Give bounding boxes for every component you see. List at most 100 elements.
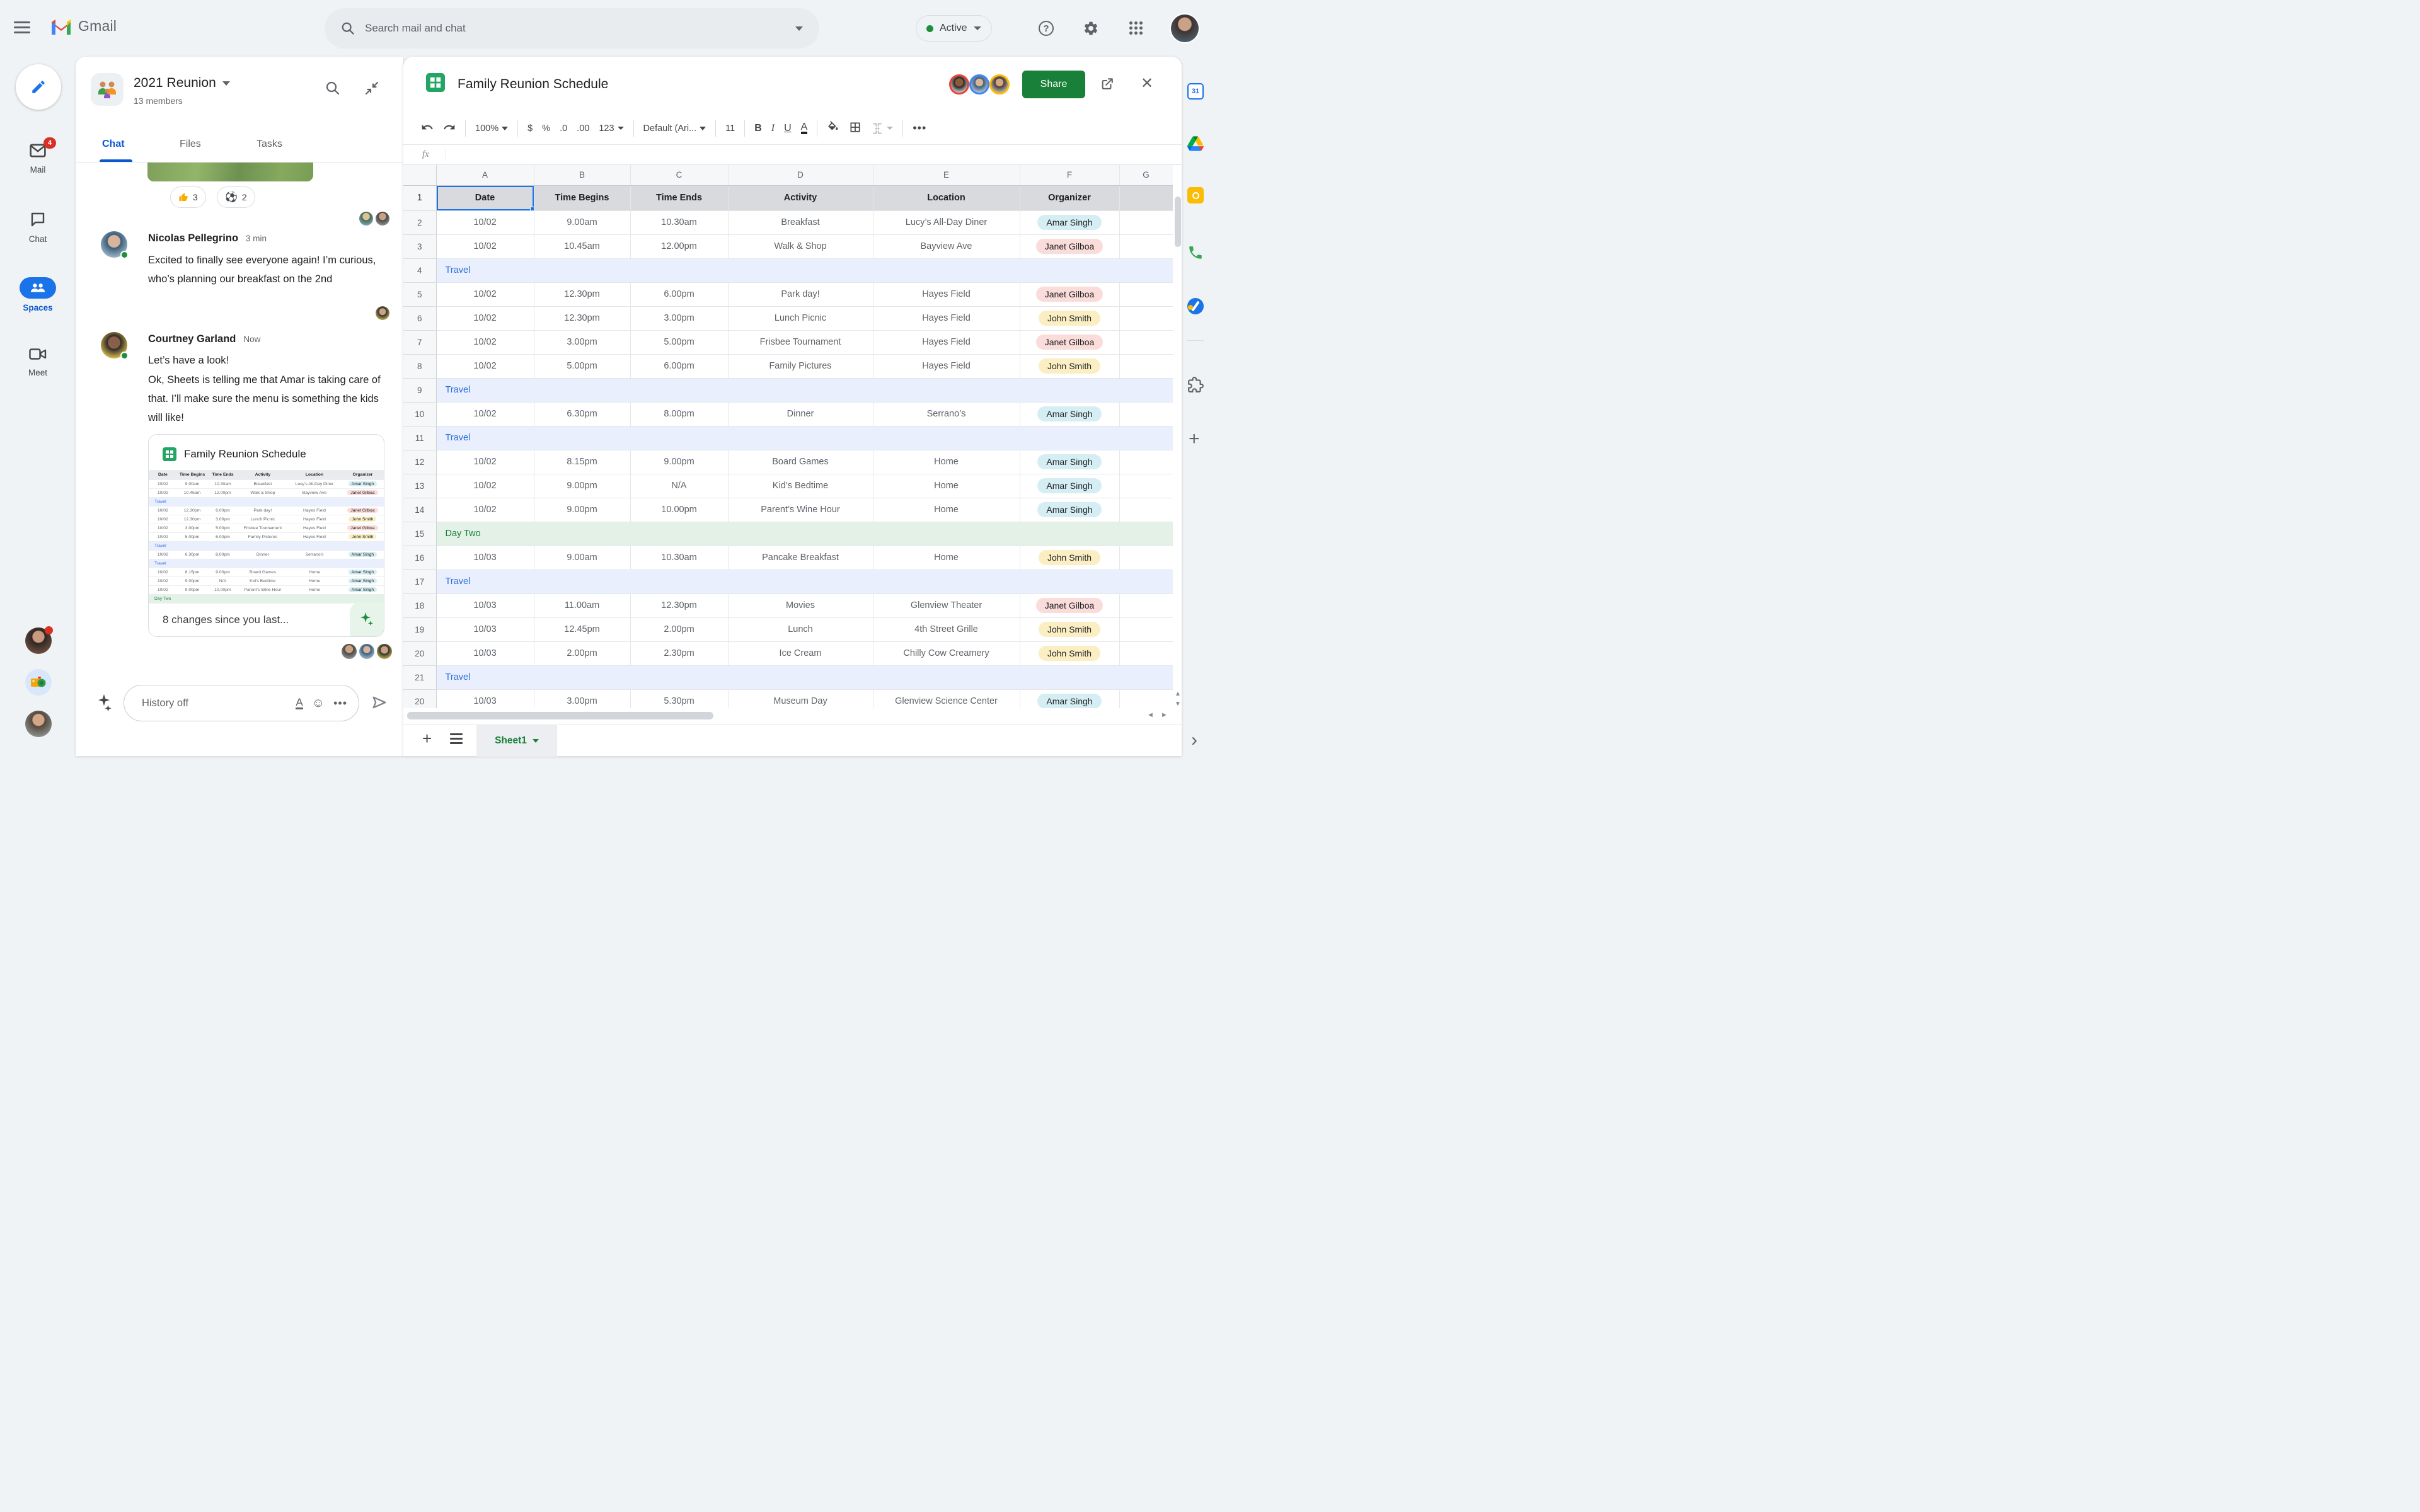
tasks-icon[interactable] <box>1187 298 1204 314</box>
row-number[interactable]: 7 <box>403 330 437 355</box>
column-header[interactable]: G <box>1119 165 1173 186</box>
header-cell[interactable]: Organizer <box>1020 185 1120 211</box>
data-cell[interactable]: 12.30pm <box>630 593 729 618</box>
band-cell[interactable]: Travel <box>436 426 1173 450</box>
search-options-caret-icon[interactable] <box>795 26 803 31</box>
data-cell[interactable]: 4th Street Grille <box>873 617 1020 642</box>
selected-cell-A1[interactable]: Date <box>436 185 534 211</box>
column-header[interactable]: B <box>534 165 631 186</box>
data-cell[interactable]: 9.00pm <box>630 450 729 474</box>
organizer-cell[interactable]: Janet Gilboa <box>1020 282 1120 307</box>
empty-cell[interactable] <box>1119 546 1173 570</box>
format-percent-button[interactable]: % <box>542 123 550 134</box>
row-number[interactable]: 11 <box>403 426 437 450</box>
apps-grid-icon[interactable] <box>1129 21 1143 35</box>
row-number[interactable]: 14 <box>403 498 437 522</box>
smart-summary-sparkle-icon[interactable] <box>350 602 384 636</box>
data-cell[interactable]: 12.45pm <box>534 617 631 642</box>
empty-cell[interactable] <box>1119 689 1173 708</box>
column-header[interactable]: C <box>630 165 729 186</box>
data-cell[interactable]: 3.00pm <box>534 330 631 355</box>
row-number[interactable]: 3 <box>403 234 437 259</box>
organizer-cell[interactable]: Janet Gilboa <box>1020 330 1120 355</box>
sheet-preview-card[interactable]: Family Reunion Schedule Date Time Begins T… <box>148 434 384 637</box>
empty-cell[interactable] <box>1119 402 1173 427</box>
all-sheets-icon[interactable] <box>450 733 463 747</box>
data-cell[interactable]: Park day! <box>728 282 873 307</box>
data-cell[interactable]: Parent’s Wine Hour <box>728 498 873 522</box>
organizer-cell[interactable]: Amar Singh <box>1020 402 1120 427</box>
data-cell[interactable]: Home <box>873 498 1020 522</box>
empty-cell[interactable] <box>1119 354 1173 379</box>
row-number[interactable]: 19 <box>403 617 437 642</box>
formula-bar[interactable]: fx <box>403 145 1182 165</box>
message-input[interactable] <box>142 697 287 709</box>
data-cell[interactable]: 10/02 <box>436 282 534 307</box>
data-cell[interactable]: Glenview Theater <box>873 593 1020 618</box>
horizontal-scrollbar-thumb[interactable] <box>407 712 713 719</box>
organizer-cell[interactable]: Amar Singh <box>1020 498 1120 522</box>
data-cell[interactable]: 10/02 <box>436 210 534 235</box>
chat-search-icon[interactable] <box>325 81 340 99</box>
help-icon[interactable]: ? <box>1039 21 1054 36</box>
scroll-right-arrow[interactable]: ► <box>1161 711 1168 719</box>
scroll-up-arrow[interactable]: ▲ <box>1174 690 1182 697</box>
empty-cell[interactable] <box>1119 210 1173 235</box>
data-cell[interactable]: Bayview Ave <box>873 234 1020 259</box>
column-header[interactable]: F <box>1020 165 1120 186</box>
band-cell[interactable]: Travel <box>436 258 1173 283</box>
data-cell[interactable]: 10/02 <box>436 330 534 355</box>
data-cell[interactable]: 12.00pm <box>630 234 729 259</box>
tab-chat[interactable]: Chat <box>102 139 125 150</box>
data-cell[interactable]: 5.00pm <box>534 354 631 379</box>
grid-corner[interactable] <box>403 165 437 186</box>
data-cell[interactable]: Museum Day <box>728 689 873 708</box>
addons-puzzle-icon[interactable] <box>1187 377 1204 396</box>
gemini-sparkle-icon[interactable] <box>97 694 113 716</box>
open-in-new-icon[interactable] <box>1100 77 1114 94</box>
organizer-cell[interactable]: John Smith <box>1020 354 1120 379</box>
format-currency-button[interactable]: $ <box>527 123 533 134</box>
column-header[interactable]: D <box>728 165 873 186</box>
voice-icon[interactable] <box>1187 244 1204 261</box>
data-cell[interactable]: 10/02 <box>436 354 534 379</box>
data-cell[interactable]: 10/02 <box>436 474 534 498</box>
data-cell[interactable]: 10/03 <box>436 641 534 666</box>
row-number[interactable]: 2 <box>403 210 437 235</box>
empty-cell[interactable] <box>1119 306 1173 331</box>
data-cell[interactable]: 2.00pm <box>630 617 729 642</box>
row-number[interactable]: 13 <box>403 474 437 498</box>
chat-shortcut-avatar[interactable] <box>25 626 53 654</box>
share-button[interactable]: Share <box>1022 71 1085 98</box>
data-cell[interactable]: Family Pictures <box>728 354 873 379</box>
band-cell[interactable]: Travel <box>436 570 1173 594</box>
data-cell[interactable]: N/A <box>630 474 729 498</box>
organizer-cell[interactable]: Amar Singh <box>1020 210 1120 235</box>
data-cell[interactable]: Walk & Shop <box>728 234 873 259</box>
data-cell[interactable]: Serrano’s <box>873 402 1020 427</box>
horizontal-scrollbar[interactable] <box>403 711 1173 721</box>
data-cell[interactable]: Kid’s Bedtime <box>728 474 873 498</box>
data-cell[interactable]: Hayes Field <box>873 282 1020 307</box>
number-format-button[interactable]: 123 <box>599 123 624 134</box>
drive-icon[interactable] <box>1187 136 1204 152</box>
status-selector[interactable]: Active <box>916 15 992 42</box>
row-number[interactable]: 9 <box>403 378 437 403</box>
sidebar-item-spaces[interactable]: Spaces <box>0 277 76 312</box>
data-cell[interactable]: 10/02 <box>436 498 534 522</box>
organizer-cell[interactable]: John Smith <box>1020 546 1120 570</box>
row-number[interactable]: 20 <box>403 689 437 708</box>
data-cell[interactable]: 12.30pm <box>534 306 631 331</box>
search-bar[interactable] <box>325 8 819 49</box>
data-cell[interactable]: Lunch Picnic <box>728 306 873 331</box>
row-number[interactable]: 1 <box>403 185 437 211</box>
empty-cell[interactable] <box>1119 234 1173 259</box>
data-cell[interactable]: 9.00pm <box>534 498 631 522</box>
organizer-cell[interactable]: Janet Gilboa <box>1020 593 1120 618</box>
message-avatar[interactable] <box>101 231 129 259</box>
sidebar-item-mail[interactable]: 4 Mail <box>0 137 76 175</box>
data-cell[interactable]: 3.00pm <box>534 689 631 708</box>
band-cell[interactable]: Travel <box>436 378 1173 403</box>
data-cell[interactable]: 9.00am <box>534 546 631 570</box>
data-cell[interactable]: 10/02 <box>436 450 534 474</box>
